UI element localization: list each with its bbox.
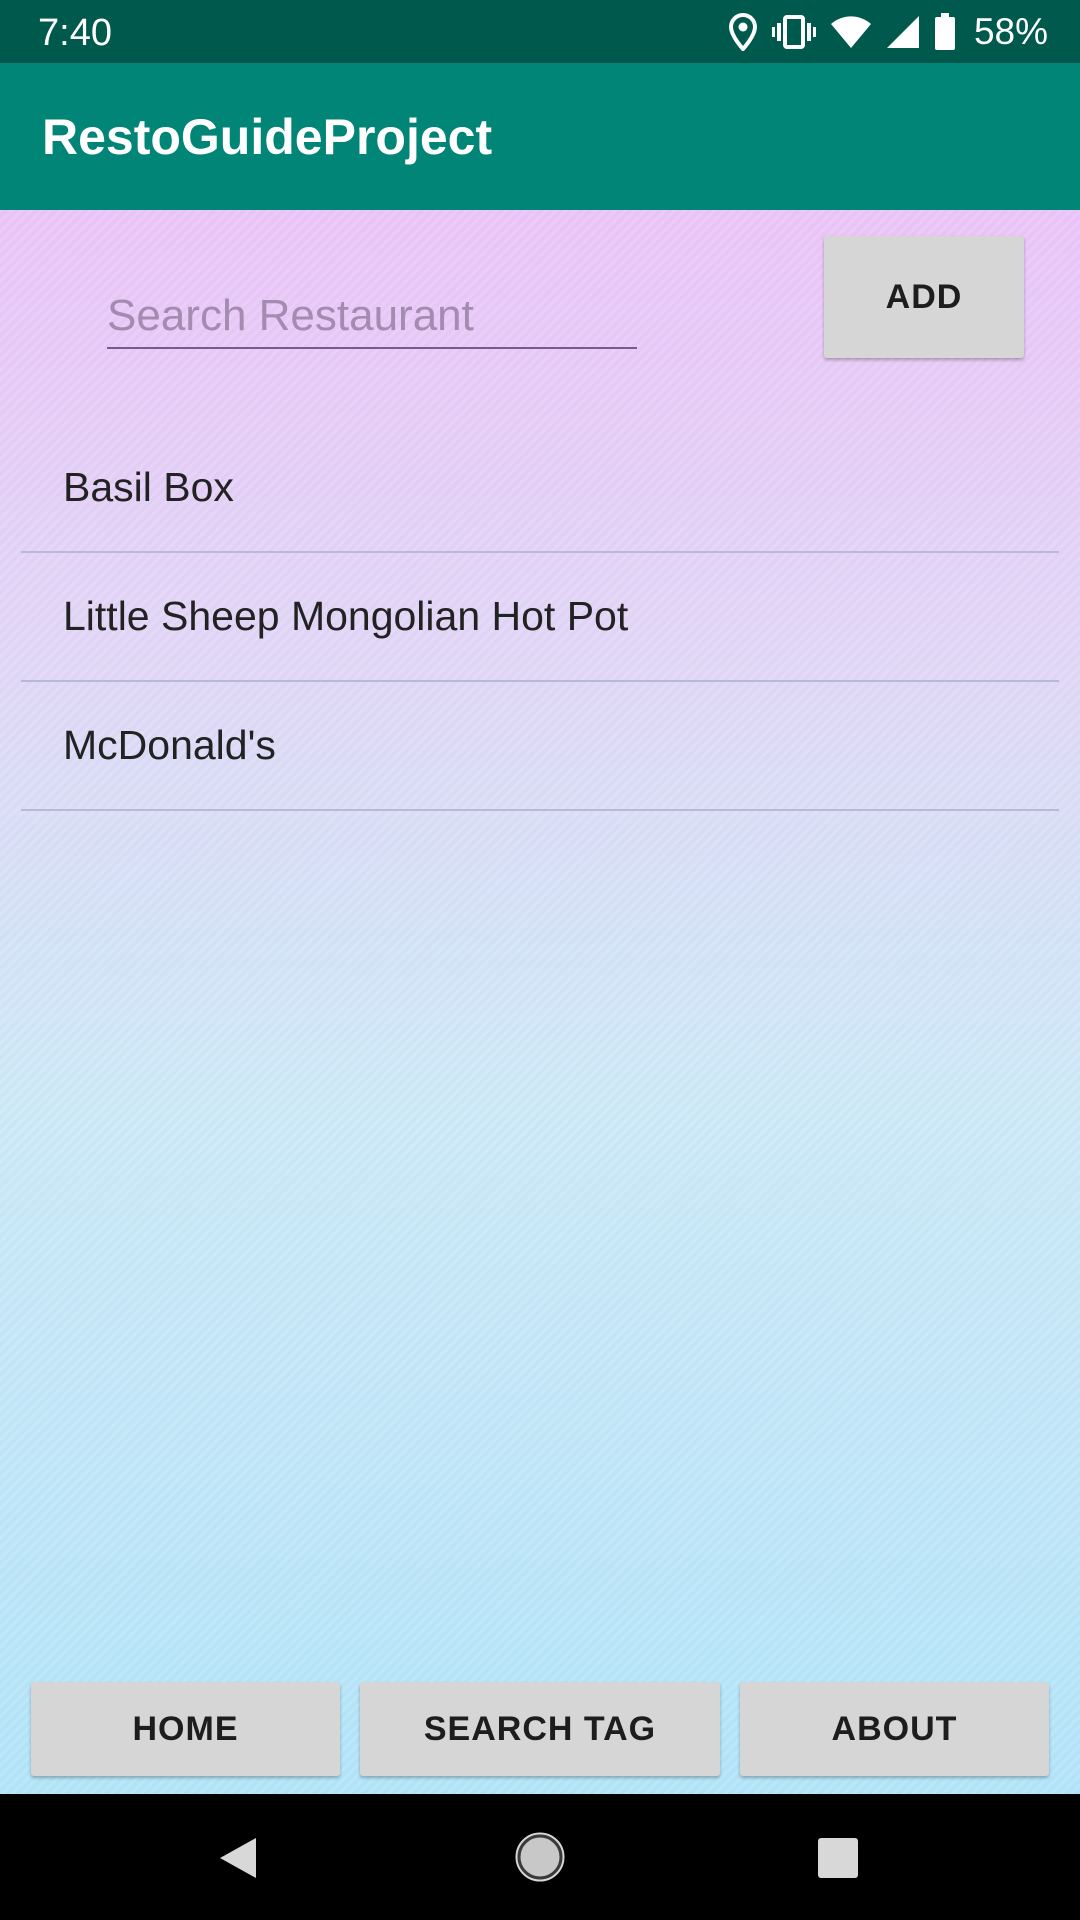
battery-icon bbox=[934, 13, 956, 51]
signal-icon bbox=[886, 15, 920, 49]
home-button[interactable]: HOME bbox=[31, 1682, 340, 1776]
list-item[interactable]: McDonald's bbox=[21, 682, 1059, 811]
home-circle-icon[interactable] bbox=[515, 1832, 565, 1882]
about-button[interactable]: ABOUT bbox=[740, 1682, 1049, 1776]
search-restaurant-input[interactable] bbox=[107, 285, 637, 349]
vibrate-icon bbox=[771, 14, 816, 50]
restaurant-list: Basil Box Little Sheep Mongolian Hot Pot… bbox=[21, 424, 1059, 811]
recents-icon[interactable] bbox=[818, 1838, 858, 1878]
add-button[interactable]: ADD bbox=[824, 236, 1024, 358]
app-bar: RestoGuideProject bbox=[0, 63, 1080, 210]
app-title: RestoGuideProject bbox=[42, 109, 493, 165]
main-content: ADD Basil Box Little Sheep Mongolian Hot… bbox=[0, 210, 1080, 1794]
battery-percent: 58% bbox=[973, 11, 1048, 52]
search-tag-button[interactable]: SEARCH TAG bbox=[360, 1682, 720, 1776]
location-icon bbox=[728, 13, 758, 51]
status-icons: 58% bbox=[728, 10, 1048, 54]
status-bar: 7:40 58% bbox=[0, 0, 1080, 63]
navigation-bar bbox=[0, 1794, 1080, 1920]
list-item[interactable]: Basil Box bbox=[21, 424, 1059, 553]
list-item[interactable]: Little Sheep Mongolian Hot Pot bbox=[21, 553, 1059, 682]
status-time: 7:40 bbox=[38, 12, 112, 54]
wifi-icon bbox=[830, 15, 872, 49]
back-icon[interactable] bbox=[216, 1836, 260, 1880]
